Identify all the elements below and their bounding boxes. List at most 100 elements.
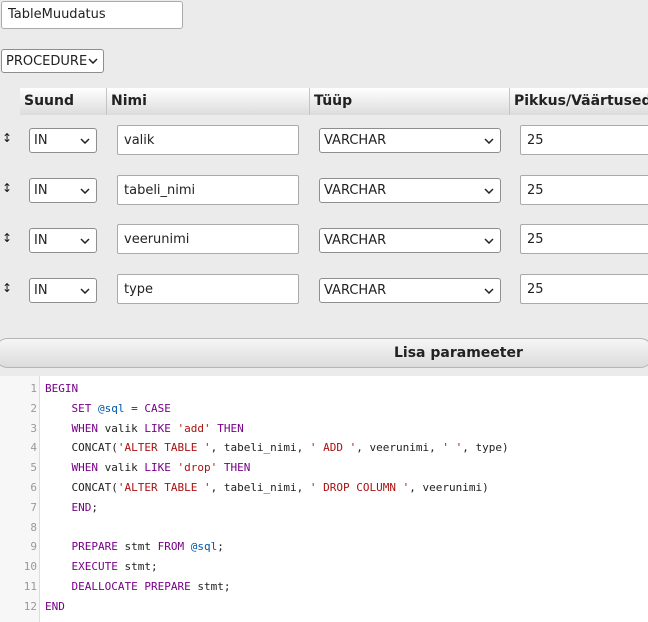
routine-name-input[interactable]: TableMuudatus	[1, 1, 183, 29]
code-token: , tabeli_nimi,	[210, 481, 310, 494]
chevron-down-icon	[78, 284, 92, 298]
col-header-type: Tüüp	[310, 88, 510, 115]
col-header-length: Pikkus/Väärtused	[510, 88, 648, 115]
line-number: 11	[23, 580, 37, 593]
code-token: CONCAT(	[71, 441, 118, 454]
param-direction-value: IN	[34, 283, 48, 298]
drag-handle-icon[interactable]: ↕	[0, 231, 14, 245]
add-parameter-label: Lisa parameeter	[394, 345, 523, 361]
drag-handle-icon[interactable]: ↕	[0, 281, 14, 295]
code-line: CONCAT('ALTER TABLE ', tabeli_nimi, ' DR…	[45, 478, 489, 498]
code-line: WHEN valik LIKE 'drop' THEN	[45, 458, 251, 478]
code-token: ' ADD '	[309, 441, 357, 454]
code-token: ;	[91, 501, 98, 514]
chevron-down-icon	[78, 134, 92, 148]
code-line: END	[45, 597, 65, 617]
code-token: stmt;	[197, 580, 231, 593]
param-type-value: VARCHAR	[324, 133, 387, 148]
code-token: EXECUTE	[71, 560, 118, 573]
param-name-input[interactable]: valik	[117, 125, 299, 155]
line-number: 5	[30, 461, 37, 474]
drag-handle-icon[interactable]: ↕	[0, 131, 14, 145]
chevron-down-icon	[87, 54, 99, 68]
line-number: 8	[30, 521, 37, 534]
code-token: valik	[104, 422, 138, 435]
code-line: SET @sql = CASE	[45, 399, 171, 419]
param-direction-select[interactable]: IN	[29, 278, 97, 303]
param-name-input[interactable]: tabeli_nimi	[117, 175, 299, 205]
code-line: DEALLOCATE PREPARE stmt;	[45, 577, 231, 597]
chevron-down-icon	[482, 134, 496, 148]
code-token: ' '	[442, 441, 463, 454]
line-number: 7	[30, 501, 37, 514]
code-token: WHEN	[71, 461, 99, 474]
chevron-down-icon	[78, 234, 92, 248]
routine-type-select[interactable]: PROCEDURE	[1, 49, 104, 73]
code-token: CASE	[144, 402, 171, 415]
code-line: WHEN valik LIKE 'add' THEN	[45, 419, 244, 439]
line-number: 4	[30, 441, 37, 454]
code-token: stmt	[124, 540, 151, 553]
param-length-input[interactable]: 25	[520, 274, 648, 304]
code-token: ' DROP COLUMN '	[309, 481, 410, 494]
param-type-select[interactable]: VARCHAR	[319, 228, 501, 253]
code-token: BEGIN	[45, 382, 79, 395]
code-token: , type)	[462, 441, 509, 454]
code-token: DEALLOCATE PREPARE	[71, 580, 191, 593]
code-token: PREPARE	[71, 540, 118, 553]
line-number: 1	[30, 382, 37, 395]
param-direction-select[interactable]: IN	[29, 178, 97, 203]
code-line: CONCAT('ALTER TABLE ', tabeli_nimi, ' AD…	[45, 438, 509, 458]
code-token: CONCAT(	[71, 481, 118, 494]
routine-type-value: PROCEDURE	[6, 53, 88, 69]
param-type-select[interactable]: VARCHAR	[319, 128, 501, 153]
code-token: , veerunimi,	[356, 441, 443, 454]
param-type-select[interactable]: VARCHAR	[319, 178, 501, 203]
param-direction-select[interactable]: IN	[29, 228, 97, 253]
code-token: stmt;	[124, 560, 158, 573]
param-length-input[interactable]: 25	[520, 175, 648, 205]
add-parameter-button[interactable]: Lisa parameeter	[0, 338, 648, 368]
code-line: EXECUTE stmt;	[45, 557, 158, 577]
code-token: END	[45, 600, 65, 613]
code-token: @sql	[98, 402, 125, 415]
code-token: @sql	[190, 540, 218, 553]
chevron-down-icon	[482, 234, 496, 248]
chevron-down-icon	[482, 184, 496, 198]
code-token: 'add'	[177, 422, 211, 435]
code-token: ;	[217, 540, 224, 553]
param-direction-value: IN	[34, 133, 48, 148]
code-token: valik	[104, 461, 138, 474]
drag-handle-icon[interactable]: ↕	[0, 181, 14, 195]
param-type-value: VARCHAR	[324, 233, 387, 248]
code-token: SET	[71, 402, 92, 415]
code-token: 'ALTER TABLE '	[117, 441, 211, 454]
param-name-input[interactable]: type	[117, 274, 299, 304]
line-number: 10	[23, 560, 37, 573]
param-direction-value: IN	[34, 233, 48, 248]
col-header-name: Nimi	[107, 88, 310, 115]
param-length-input[interactable]: 25	[520, 125, 648, 155]
line-number: 3	[30, 422, 37, 435]
code-line: END;	[45, 498, 99, 518]
param-type-value: VARCHAR	[324, 283, 387, 298]
code-token: =	[131, 402, 138, 415]
chevron-down-icon	[78, 184, 92, 198]
code-token: 'ALTER TABLE '	[117, 481, 211, 494]
code-token: LIKE	[144, 461, 171, 474]
chevron-down-icon	[482, 284, 496, 298]
param-length-input[interactable]: 25	[520, 224, 648, 254]
param-type-select[interactable]: VARCHAR	[319, 278, 501, 303]
param-name-input[interactable]: veerunimi	[117, 224, 299, 254]
line-number: 12	[23, 600, 37, 613]
code-token: WHEN	[71, 422, 99, 435]
line-number: 2	[30, 402, 37, 415]
code-token: THEN	[217, 422, 244, 435]
line-number: 6	[30, 481, 37, 494]
code-token: 'drop'	[177, 461, 218, 474]
code-line: PREPARE stmt FROM @sql;	[45, 537, 224, 557]
code-token: END	[71, 501, 92, 514]
code-token: , veerunimi)	[409, 481, 489, 494]
param-direction-select[interactable]: IN	[29, 128, 97, 153]
col-header-direction: Suund	[20, 88, 107, 115]
